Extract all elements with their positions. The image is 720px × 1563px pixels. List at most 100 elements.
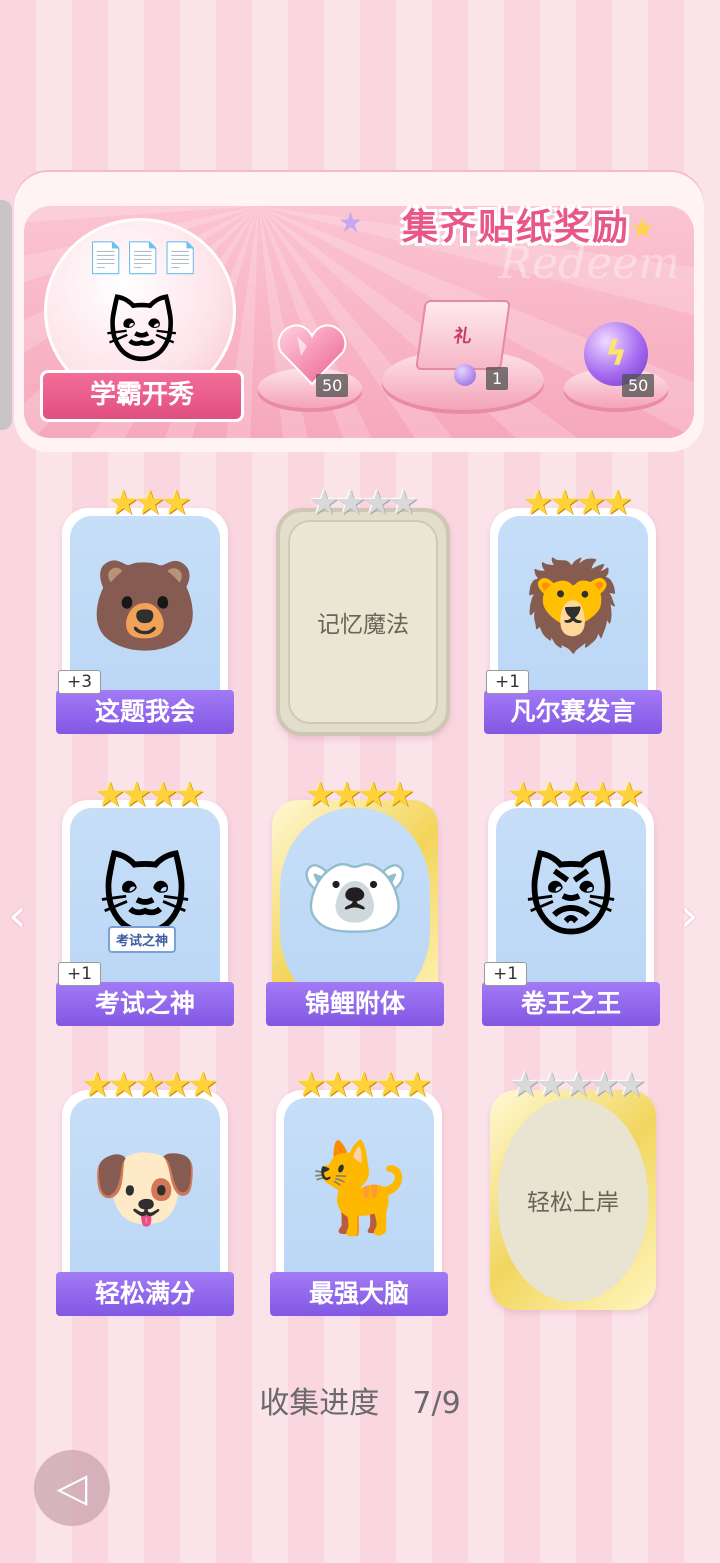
bear-at-desk-icon: 🐻 — [90, 554, 200, 657]
cat-papers-icon: 🐈 — [304, 1136, 414, 1239]
star-filled-icon: ★ — [322, 1065, 353, 1105]
star-filled-icon: ★ — [108, 483, 139, 523]
star-rating: ★★★ — [62, 486, 234, 520]
card-label: 轻松满分 — [56, 1272, 234, 1316]
star-filled-icon: ★ — [108, 1065, 139, 1105]
star-filled-icon: ★ — [549, 483, 581, 523]
star-filled-icon: ★ — [161, 483, 192, 523]
star-filled-icon: ★ — [295, 1065, 327, 1105]
star-rating: ★★★★★ — [276, 1068, 448, 1102]
card-label: 最强大脑 — [270, 1272, 448, 1316]
card-artwork: 记忆魔法 — [288, 520, 438, 724]
star-filled-icon: ★ — [523, 483, 554, 523]
star-rating: ★★★★ — [490, 486, 662, 520]
star-filled-icon: ★ — [507, 775, 539, 815]
star-filled-icon: ★ — [576, 483, 607, 523]
star-filled-icon: ★ — [121, 775, 153, 815]
progress-value: 7/9 — [412, 1386, 461, 1421]
prev-page-arrow-icon[interactable]: ‹ — [8, 888, 26, 942]
card-artwork: 轻松上岸 — [498, 1098, 648, 1302]
card-frame: 记忆魔法 — [276, 508, 450, 736]
duplicate-count-badge: +1 — [486, 670, 530, 694]
reward-count: 50 — [316, 374, 349, 397]
star-empty-icon: ★ — [335, 483, 367, 523]
star-filled-icon: ★ — [602, 483, 633, 523]
locked-card-title: 记忆魔法 — [317, 612, 409, 638]
star-filled-icon: ★ — [81, 1065, 113, 1105]
card-frame: 轻松上岸 — [490, 1090, 656, 1310]
card-frame: 🦁 凡尔赛发言 +1 — [484, 508, 662, 734]
next-page-arrow-icon[interactable]: › — [680, 888, 698, 942]
yellow-star-icon: ★ — [630, 212, 656, 245]
card-frame: 😾 卷王之王 +1 — [482, 800, 660, 1026]
star-filled-icon: ★ — [134, 1065, 166, 1105]
sticker-name-ribbon: 学霸开秀 — [40, 370, 244, 422]
back-button[interactable]: ◁ — [34, 1450, 110, 1526]
bear-koi-icon: 🐻‍❄️ — [300, 846, 410, 949]
exam-god-sign: 考试之神 — [108, 926, 177, 953]
reward-count: 1 — [486, 367, 509, 390]
star-filled-icon: ★ — [358, 775, 389, 815]
sticker-card[interactable]: 🦁 凡尔赛发言 +1 ★★★★ — [484, 486, 662, 734]
sticker-card[interactable]: 轻松上岸 ★★★★★ — [490, 1068, 662, 1310]
star-empty-icon: ★ — [309, 483, 340, 523]
star-empty-icon: ★ — [362, 483, 393, 523]
star-filled-icon: ★ — [375, 1065, 406, 1105]
duplicate-count-badge: +1 — [58, 962, 102, 986]
star-filled-icon: ★ — [134, 483, 166, 523]
sticker-card[interactable]: 🐶 轻松满分 ★★★★★ — [56, 1068, 234, 1316]
sticker-card[interactable]: 🐱 考试之神 考试之神 +1 ★★★★ — [56, 778, 234, 1026]
card-label: 锦鲤附体 — [266, 982, 444, 1026]
cat-sticker-icon: 🐱 — [105, 291, 178, 373]
star-rating: ★★★★★ — [62, 1068, 234, 1102]
cat-studying-icon: 😾 — [525, 846, 617, 949]
sticker-card[interactable]: 🐻‍❄️ 锦鲤附体 ★★★★ — [266, 778, 444, 1026]
star-filled-icon: ★ — [148, 775, 179, 815]
card-frame: 🐱 考试之神 考试之神 +1 — [56, 800, 234, 1026]
star-empty-icon: ★ — [388, 483, 419, 523]
sticker-card[interactable]: 😾 卷王之王 +1 ★★★★★ — [482, 778, 660, 1026]
star-rating: ★★★★ — [62, 778, 234, 812]
star-filled-icon: ★ — [331, 775, 363, 815]
star-empty-icon: ★ — [536, 1065, 567, 1105]
star-filled-icon: ★ — [613, 775, 645, 815]
star-empty-icon: ★ — [589, 1065, 620, 1105]
star-filled-icon: ★ — [587, 775, 618, 815]
sticker-card[interactable]: 记忆魔法 ★★★★ — [276, 486, 450, 736]
duplicate-count-badge: +3 — [58, 670, 102, 694]
sticker-card[interactable]: 🐻 这题我会 +3 ★★★ — [56, 486, 234, 734]
purple-star-icon: ★ — [338, 206, 364, 239]
back-arrow-icon: ◁ — [56, 1465, 88, 1511]
star-filled-icon: ★ — [384, 775, 415, 815]
star-rating: ★★★★★ — [488, 778, 660, 812]
star-filled-icon: ★ — [401, 1065, 433, 1105]
side-drawer-tab[interactable] — [0, 200, 12, 430]
gift-box-icon[interactable]: 礼 — [415, 300, 511, 370]
star-filled-icon: ★ — [560, 775, 592, 815]
card-frame: 🐶 轻松满分 — [56, 1090, 234, 1316]
reward-count: 50 — [622, 374, 655, 397]
card-label: 凡尔赛发言 — [484, 690, 662, 734]
card-frame: 🐻 这题我会 +3 — [56, 508, 234, 734]
card-label: 这题我会 — [56, 690, 234, 734]
star-filled-icon: ★ — [305, 775, 336, 815]
card-frame: 🐻‍❄️ 锦鲤附体 — [266, 800, 444, 1026]
locked-card-title: 轻松上岸 — [527, 1190, 619, 1216]
puppy-full-score-icon: 🐶 — [90, 1136, 200, 1239]
orb-token-icon — [454, 364, 476, 386]
star-filled-icon: ★ — [174, 775, 205, 815]
lion-microphone-icon: 🦁 — [518, 554, 628, 657]
star-empty-icon: ★ — [615, 1065, 647, 1105]
star-filled-icon: ★ — [161, 1065, 192, 1105]
progress-label: 收集进度 — [259, 1386, 380, 1421]
banner-title: 集齐贴纸奖励 — [401, 207, 630, 248]
star-rating: ★★★★★ — [490, 1068, 662, 1102]
star-filled-icon: ★ — [348, 1065, 380, 1105]
card-label: 考试之神 — [56, 982, 234, 1026]
star-filled-icon: ★ — [187, 1065, 219, 1105]
star-empty-icon: ★ — [562, 1065, 594, 1105]
star-filled-icon: ★ — [95, 775, 126, 815]
card-frame: 🐈 最强大脑 — [270, 1090, 448, 1316]
sticker-card[interactable]: 🐈 最强大脑 ★★★★★ — [270, 1068, 448, 1316]
star-empty-icon: ★ — [509, 1065, 541, 1105]
